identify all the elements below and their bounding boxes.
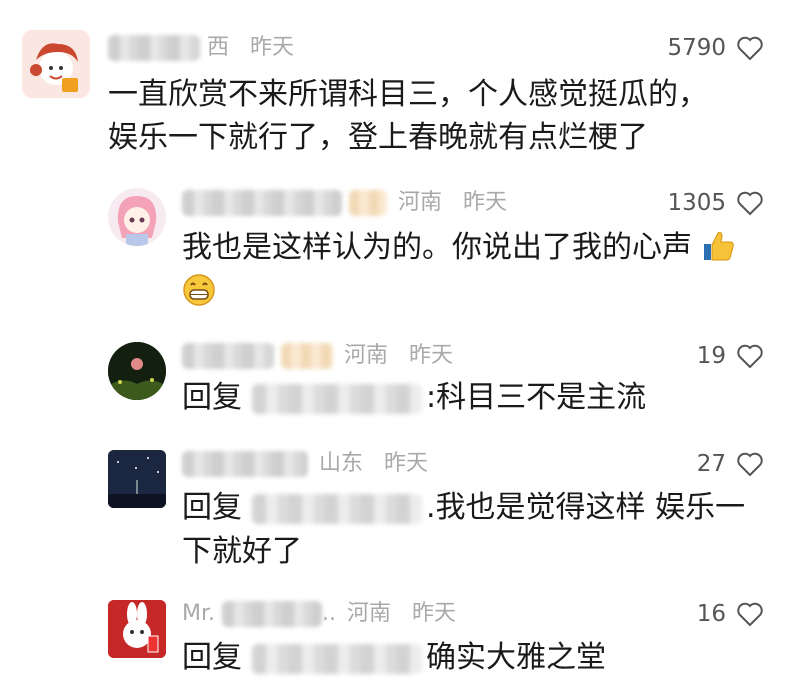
like-button[interactable]: 5790 [667, 34, 764, 62]
avatar[interactable] [22, 30, 90, 98]
like-count: 5790 [667, 35, 726, 61]
heart-icon [737, 191, 763, 216]
comment-text-line: 一直欣赏不来所谓科目三，个人感觉挺瓜的， [108, 77, 708, 112]
avatar[interactable] [108, 450, 166, 508]
comment-text: 确实大雅之堂 [426, 640, 606, 675]
comment-text-line [182, 270, 216, 314]
avatar[interactable] [108, 342, 166, 400]
location: 河南 [398, 190, 443, 215]
heart-icon [737, 602, 763, 627]
heart-icon [737, 344, 763, 369]
comment-text-line: 回复 确实大雅之堂 [182, 636, 606, 680]
like-button[interactable]: 16 [697, 600, 764, 628]
comment-text-line: 娱乐一下就行了，登上春晚就有点烂梗了 [108, 120, 648, 155]
timestamp: 昨天 [250, 35, 295, 60]
like-count: 19 [696, 343, 726, 369]
reply-prefix: 回复 [182, 640, 242, 675]
comment-text-line: 下就好了 [182, 534, 302, 569]
comment-text-line: 回复 .我也是觉得这样 娱乐一 [182, 486, 745, 530]
comment-1: 西 昨天 5790 一直欣赏不来所谓科目三，个人感觉挺瓜的， 娱乐一下就行了，登… [0, 0, 800, 170]
blurred-badge [281, 343, 333, 369]
username-ellipsis: .. [322, 601, 336, 626]
thumbs-up-icon [703, 232, 734, 261]
blurred-reply-target[interactable] [252, 383, 422, 414]
location: 河南 [347, 601, 392, 626]
blurred-username[interactable] [108, 35, 200, 61]
comment-meta: 山东 昨天 [182, 450, 428, 478]
blurred-badge [349, 190, 387, 216]
timestamp: 昨天 [384, 451, 429, 476]
comment-2: 河南 昨天 1305 我也是这样认为的。你说出了我的心声 [0, 180, 800, 320]
avatar[interactable] [108, 600, 166, 658]
comment-text-line: 我也是这样认为的。你说出了我的心声 [182, 226, 736, 270]
comment-text: 我也是这样认为的。你说出了我的心声 [182, 230, 692, 265]
blurred-username[interactable] [182, 343, 274, 369]
comment-3: 河南 昨天 19 回复 :科目三不是主流 [0, 336, 800, 436]
username-partial[interactable]: Mr. [182, 601, 222, 626]
comment-text: .我也是觉得这样 娱乐一 [426, 490, 746, 525]
blurred-reply-target[interactable] [252, 643, 422, 674]
reply-prefix: 回复 [182, 380, 242, 415]
reply-prefix: 回复 [182, 490, 242, 525]
comment-meta: Mr. .. 河南 昨天 [182, 600, 456, 628]
heart-icon [737, 452, 763, 477]
like-button[interactable]: 1305 [667, 189, 764, 217]
comment-4: 山东 昨天 27 回复 .我也是觉得这样 娱乐一 下就好了 [0, 446, 800, 586]
comment-meta: 河南 昨天 [182, 189, 507, 217]
heart-icon [737, 36, 763, 61]
like-count: 16 [696, 601, 726, 627]
blurred-username[interactable] [182, 451, 308, 477]
avatar[interactable] [108, 188, 166, 246]
location: 河南 [344, 343, 389, 368]
comment-5: Mr. .. 河南 昨天 16 回复 确实大雅之堂 [0, 596, 800, 686]
blurred-username[interactable] [182, 190, 342, 216]
comment-meta: 河南 昨天 [182, 342, 453, 370]
timestamp: 昨天 [409, 343, 454, 368]
grin-icon [183, 274, 215, 306]
location: 山东 [319, 451, 364, 476]
comment-text-line: 回复 :科目三不是主流 [182, 376, 646, 420]
like-count: 1305 [667, 190, 726, 216]
timestamp: 昨天 [463, 190, 508, 215]
blurred-username[interactable] [222, 601, 322, 627]
timestamp: 昨天 [412, 601, 457, 626]
like-count: 27 [696, 451, 726, 477]
blurred-reply-target[interactable] [252, 493, 422, 524]
like-button[interactable]: 19 [697, 342, 764, 370]
comment-meta: 西 昨天 [108, 34, 294, 62]
comment-text: :科目三不是主流 [426, 380, 647, 415]
like-button[interactable]: 27 [697, 450, 764, 478]
location: 西 [207, 35, 230, 60]
